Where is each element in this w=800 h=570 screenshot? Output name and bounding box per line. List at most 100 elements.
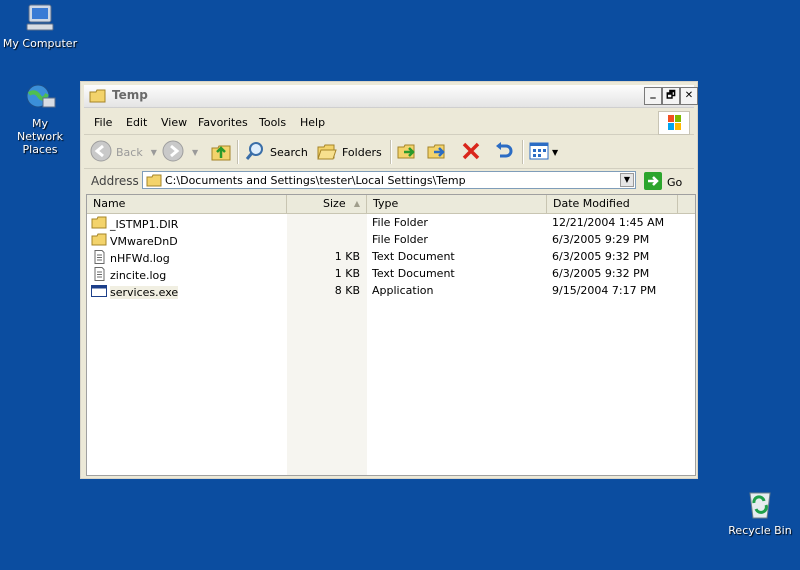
file-size: 1 KB	[334, 250, 360, 263]
go-button[interactable]: Go	[644, 172, 682, 193]
chevron-down-icon: ▼	[150, 147, 157, 157]
column-header-size[interactable]: Size ▲	[287, 195, 367, 213]
folders-icon	[316, 140, 338, 165]
forward-button[interactable]: ▼	[162, 140, 198, 164]
restore-button[interactable]: 🗗	[662, 87, 680, 105]
folder-icon	[146, 174, 162, 190]
column-header-type[interactable]: Type	[367, 195, 547, 213]
desktop-icon-label: My Network Places	[17, 117, 63, 156]
file-name: services.exe	[110, 286, 179, 299]
file-name: VMwareDnD	[110, 234, 178, 248]
move-to-icon	[396, 140, 418, 165]
folders-button[interactable]: Folders	[316, 140, 382, 164]
toolbar-separator	[390, 140, 392, 164]
desktop-icon-label: My Computer	[2, 37, 78, 50]
column-header-label: Size	[323, 197, 346, 210]
views-button[interactable]: ▼	[528, 140, 558, 164]
explorer-window: Temp _ 🗗 ✕ File Edit View Favorites Tool…	[80, 81, 698, 479]
search-button[interactable]: Search	[244, 140, 308, 164]
file-list: Name Size ▲ Type Date Modified _ISTMP1.D…	[86, 194, 696, 476]
file-date: 9/15/2004 7:17 PM	[552, 284, 657, 297]
column-header-label: Name	[93, 197, 126, 210]
file-date: 12/21/2004 1:45 AM	[552, 216, 665, 229]
toolbar-separator	[237, 140, 239, 164]
desktop-icon-recycle-bin[interactable]: Recycle Bin	[726, 487, 794, 537]
file-type: File Folder	[372, 216, 428, 229]
toolbar-separator	[522, 140, 524, 164]
address-value: C:\Documents and Settings\tester\Local S…	[165, 174, 466, 187]
undo-button[interactable]	[492, 140, 514, 164]
desktop-icon-my-network-places[interactable]: My Network Places	[0, 82, 80, 156]
file-name: zincite.log	[110, 269, 167, 282]
views-icon	[528, 140, 550, 165]
menu-favorites[interactable]: Favorites	[198, 116, 248, 129]
forward-arrow-icon	[162, 140, 184, 165]
menu-view[interactable]: View	[161, 116, 187, 129]
file-name-cell: VMwareDnD	[91, 233, 178, 249]
column-header-label: Date Modified	[553, 197, 630, 210]
title-bar[interactable]: Temp _ 🗗 ✕	[84, 85, 698, 108]
file-type: Text Document	[372, 250, 455, 263]
sort-ascending-icon: ▲	[353, 199, 360, 208]
table-row[interactable]: nHFWd.log 1 KB Text Document 6/3/2005 9:…	[87, 248, 695, 265]
file-name: _ISTMP1.DIR	[110, 217, 179, 231]
move-to-button[interactable]	[396, 140, 418, 164]
file-type: Application	[372, 284, 434, 297]
address-dropdown-button[interactable]: ▼	[620, 173, 634, 187]
copy-to-button[interactable]	[426, 140, 448, 164]
close-button[interactable]: ✕	[680, 87, 698, 105]
folder-icon	[91, 233, 107, 249]
undo-icon	[492, 140, 514, 165]
folder-icon	[89, 89, 107, 106]
table-row[interactable]: _ISTMP1.DIR File Folder 12/21/2004 1:45 …	[87, 214, 695, 232]
address-label: Address	[91, 174, 139, 188]
up-folder-button[interactable]	[210, 140, 232, 164]
my-computer-icon	[23, 2, 57, 34]
column-header-date[interactable]: Date Modified	[547, 195, 678, 213]
menu-edit[interactable]: Edit	[126, 116, 147, 129]
menu-file[interactable]: File	[94, 116, 112, 129]
table-row[interactable]: zincite.log 1 KB Text Document 6/3/2005 …	[87, 265, 695, 282]
desktop-icon-label: Recycle Bin	[728, 524, 792, 537]
go-label: Go	[667, 176, 683, 189]
folders-label: Folders	[342, 145, 382, 159]
folder-icon	[91, 216, 107, 232]
file-date: 6/3/2005 9:32 PM	[552, 267, 650, 280]
column-header-label: Type	[373, 197, 399, 210]
address-bar: Address C:\Documents and Settings\tester…	[84, 169, 694, 193]
file-size: 1 KB	[334, 267, 360, 280]
up-folder-icon	[210, 140, 232, 165]
network-places-icon	[23, 82, 57, 114]
application-icon	[91, 284, 107, 301]
menu-bar: File Edit View Favorites Tools Help	[84, 110, 694, 135]
menu-help[interactable]: Help	[300, 116, 325, 129]
recycle-bin-icon	[743, 487, 777, 521]
file-name-cell: services.exe	[91, 284, 179, 301]
delete-button[interactable]	[460, 140, 482, 164]
delete-icon	[460, 140, 482, 165]
back-arrow-icon	[90, 140, 112, 165]
address-input[interactable]: C:\Documents and Settings\tester\Local S…	[142, 171, 636, 189]
search-label: Search	[270, 145, 308, 159]
file-type: Text Document	[372, 267, 455, 280]
chevron-down-icon: ▼	[552, 147, 559, 157]
minimize-button[interactable]: _	[644, 87, 662, 105]
table-row[interactable]: VMwareDnD File Folder 6/3/2005 9:29 PM	[87, 231, 695, 249]
list-header: Name Size ▲ Type Date Modified	[87, 195, 695, 214]
go-arrow-icon	[644, 172, 662, 193]
table-row[interactable]: services.exe 8 KB Application 9/15/2004 …	[87, 282, 695, 301]
chevron-down-icon: ▼	[192, 147, 199, 157]
copy-to-icon	[426, 140, 448, 165]
window-title: Temp	[112, 88, 148, 102]
file-name: nHFWd.log	[110, 252, 170, 265]
search-icon	[244, 140, 266, 165]
desktop-icon-my-computer[interactable]: My Computer	[0, 2, 80, 50]
file-date: 6/3/2005 9:29 PM	[552, 233, 650, 246]
back-button[interactable]: Back ▼	[90, 140, 157, 164]
file-type: File Folder	[372, 233, 428, 246]
back-label: Back	[116, 145, 143, 159]
file-date: 6/3/2005 9:32 PM	[552, 250, 650, 263]
file-size: 8 KB	[334, 284, 360, 297]
column-header-name[interactable]: Name	[87, 195, 287, 213]
menu-tools[interactable]: Tools	[259, 116, 286, 129]
